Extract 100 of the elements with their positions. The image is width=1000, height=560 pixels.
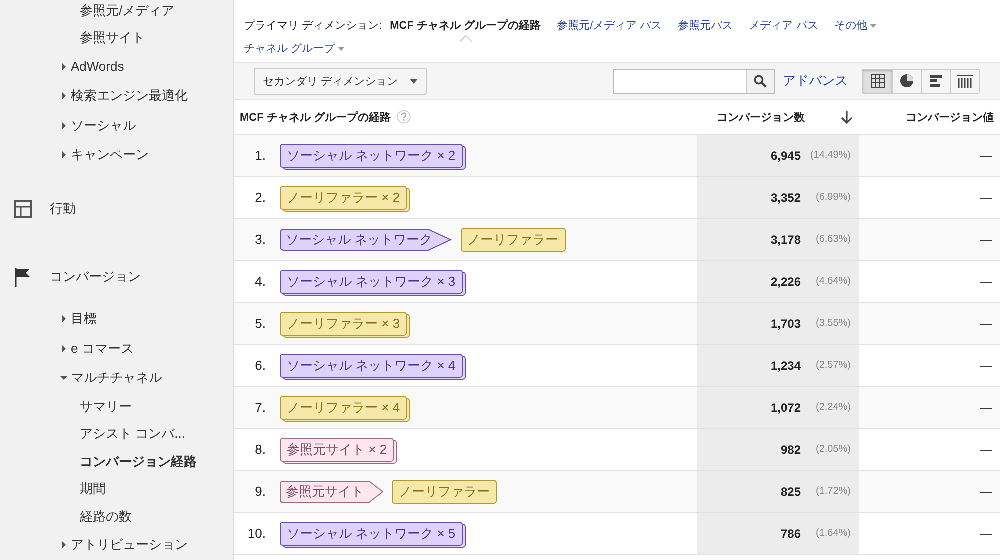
conversion-share: (2.05%): [814, 444, 851, 455]
row-number: 6.: [254, 358, 266, 373]
sidebar-item[interactable]: アシスト コンバ...: [0, 420, 233, 448]
row-number: 8.: [254, 442, 266, 457]
sidebar-item[interactable]: 参照サイト: [0, 24, 233, 52]
channel-chip[interactable]: ノーリファラー × 2: [280, 186, 408, 210]
conversion-count: 982: [780, 442, 801, 456]
conversion-share: (6.99%): [814, 192, 851, 203]
expand-arrow-icon[interactable]: [60, 344, 68, 353]
conversion-share: (2.24%): [814, 402, 851, 413]
row-number: 2.: [254, 190, 266, 205]
expand-arrow-icon[interactable]: [60, 315, 68, 324]
row-number: 7.: [254, 400, 266, 415]
expand-arrow-icon[interactable]: [60, 62, 68, 71]
channel-chip[interactable]: ノーリファラー: [392, 480, 497, 504]
caret-icon: [338, 46, 346, 50]
sidebar-item[interactable]: サマリー: [0, 392, 233, 420]
conversion-value: —: [980, 442, 992, 456]
row-number: 9.: [254, 484, 266, 499]
expand-arrow-icon[interactable]: [60, 92, 68, 100]
dimension-link[interactable]: その他: [834, 18, 878, 33]
sidebar-group[interactable]: 目標: [0, 304, 233, 334]
conversion-share: (6.63%): [814, 234, 851, 245]
conversion-value: —: [980, 316, 992, 330]
column-header[interactable]: コンバージョン数: [717, 110, 805, 124]
pivot-view-icon: [957, 74, 973, 88]
sidebar-section[interactable]: コンバージョン: [0, 263, 233, 291]
view-button[interactable]: [863, 70, 892, 92]
channel-chip[interactable]: ソーシャル ネットワーク × 3: [280, 270, 463, 294]
conversion-value: —: [980, 526, 992, 540]
caret-icon: [410, 78, 418, 84]
channel-chip[interactable]: 参照元サイト: [280, 480, 384, 502]
channel-chip[interactable]: ノーリファラー: [460, 228, 566, 252]
secondary-dimension-select[interactable]: セカンダリ ディメンション: [254, 68, 428, 94]
conversion-value: —: [980, 400, 992, 414]
conversion-share: (14.49%): [809, 150, 851, 161]
row-number: 3.: [254, 232, 266, 247]
dimension-link[interactable]: メディア パス: [749, 18, 818, 33]
conversion-share: (1.64%): [814, 528, 851, 539]
sidebar-group[interactable]: キャンペーン: [0, 140, 233, 170]
channel-chip[interactable]: ソーシャル ネットワーク × 4: [280, 354, 463, 378]
sidebar-item[interactable]: 期間: [0, 476, 233, 504]
sidebar-group[interactable]: AdWords: [0, 52, 233, 82]
expand-arrow-icon[interactable]: [60, 541, 68, 550]
sidebar-group[interactable]: アトリビューション: [0, 530, 233, 560]
conversion-value: —: [980, 148, 992, 162]
sidebar-group[interactable]: マルチチャネル: [0, 364, 233, 393]
primary-dimension-label: プライマリ ディメンション:: [244, 18, 382, 33]
conversion-count: 6,945: [770, 148, 801, 162]
dimension-link[interactable]: 参照元/メディア パス: [557, 18, 662, 33]
advanced-link[interactable]: アドバンス: [783, 72, 848, 90]
row-number: 5.: [254, 316, 266, 331]
conversion-count: 1,234: [770, 358, 801, 372]
pointer-icon: [460, 35, 472, 42]
channel-chip[interactable]: ソーシャル ネットワーク × 2: [280, 144, 463, 168]
sidebar-group[interactable]: ソーシャル: [0, 110, 233, 140]
column-header: MCF チャネル グループの経路: [240, 110, 391, 124]
conversion-share: (1.72%): [814, 486, 851, 497]
sidebar-item[interactable]: 経路の数: [0, 503, 233, 531]
row-number: 4.: [254, 274, 266, 289]
sidebar-item[interactable]: コンバージョン経路: [0, 448, 233, 476]
conversion-count: 1,703: [770, 316, 801, 330]
conversion-count: 3,352: [770, 190, 801, 204]
dimension-link[interactable]: MCF チャネル グループの経路: [390, 18, 542, 33]
conversion-share: (4.64%): [814, 276, 851, 287]
conversion-count: 3,178: [770, 232, 801, 246]
channel-chip[interactable]: ノーリファラー × 3: [280, 312, 408, 336]
row-number: 1.: [254, 148, 266, 163]
conversion-share: (3.55%): [814, 318, 851, 329]
conversion-count: 1,072: [770, 400, 801, 414]
dimension-link[interactable]: チャネル グループ: [244, 41, 346, 56]
conversion-value: —: [980, 232, 992, 246]
layout-icon: [14, 200, 32, 218]
channel-chip[interactable]: ノーリファラー × 4: [280, 396, 408, 420]
flag-icon: [14, 266, 32, 287]
sidebar-group[interactable]: 検索エンジン最適化: [0, 81, 233, 111]
channel-chip[interactable]: 参照元サイト × 2: [280, 438, 394, 462]
channel-chip[interactable]: ソーシャル ネットワーク: [280, 228, 453, 250]
sidebar-section[interactable]: 行動: [0, 196, 233, 224]
conversion-count: 786: [780, 526, 801, 540]
sort-arrow-icon[interactable]: [841, 110, 853, 124]
search-button[interactable]: [746, 70, 774, 92]
channel-chip[interactable]: ソーシャル ネットワーク × 5: [280, 522, 463, 546]
conversion-count: 825: [780, 484, 801, 498]
collapse-arrow-icon[interactable]: [60, 374, 68, 382]
table-view-icon: [870, 74, 884, 88]
bar-chart-icon: [929, 74, 943, 88]
dimension-link[interactable]: 参照元パス: [678, 18, 734, 33]
expand-arrow-icon[interactable]: [60, 150, 68, 159]
search-field[interactable]: [613, 68, 775, 94]
row-number: 10.: [246, 526, 266, 541]
conversion-share: (2.57%): [814, 360, 851, 371]
sidebar-group[interactable]: e コマース: [0, 334, 233, 364]
conversion-value: —: [980, 484, 992, 498]
view-button[interactable]: [950, 70, 979, 92]
conversion-count: 2,226: [770, 274, 801, 288]
conversion-value: —: [980, 274, 992, 288]
sidebar-item[interactable]: 参照元/メディア: [0, 0, 233, 25]
conversion-value: —: [980, 358, 992, 372]
expand-arrow-icon[interactable]: [60, 122, 68, 130]
